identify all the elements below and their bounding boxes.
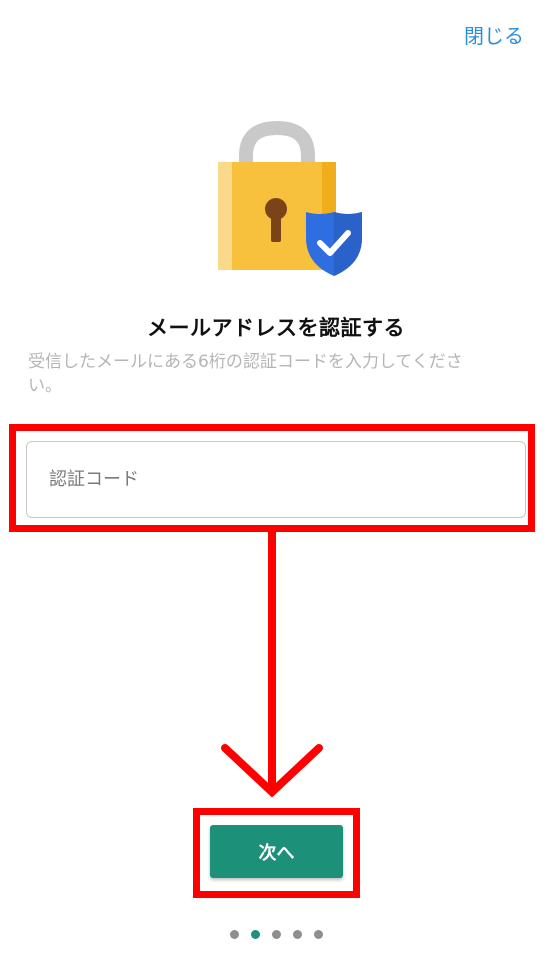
lock-illustration <box>210 120 370 280</box>
page-dot <box>271 930 281 939</box>
padlock-icon <box>218 120 362 276</box>
close-button[interactable]: 閉じる <box>464 20 524 49</box>
page-indicator <box>0 930 552 939</box>
instruction-text: 受信したメールにある6桁の認証コードを入力してください。 <box>28 352 463 396</box>
page-title: メールアドレスを認証する <box>147 316 405 340</box>
verification-code-input[interactable] <box>26 441 526 518</box>
page-dot <box>313 930 323 939</box>
page-dot-active <box>250 930 260 939</box>
next-button[interactable]: 次へ <box>210 825 343 878</box>
page-dot <box>229 930 239 939</box>
page-dot <box>292 930 302 939</box>
